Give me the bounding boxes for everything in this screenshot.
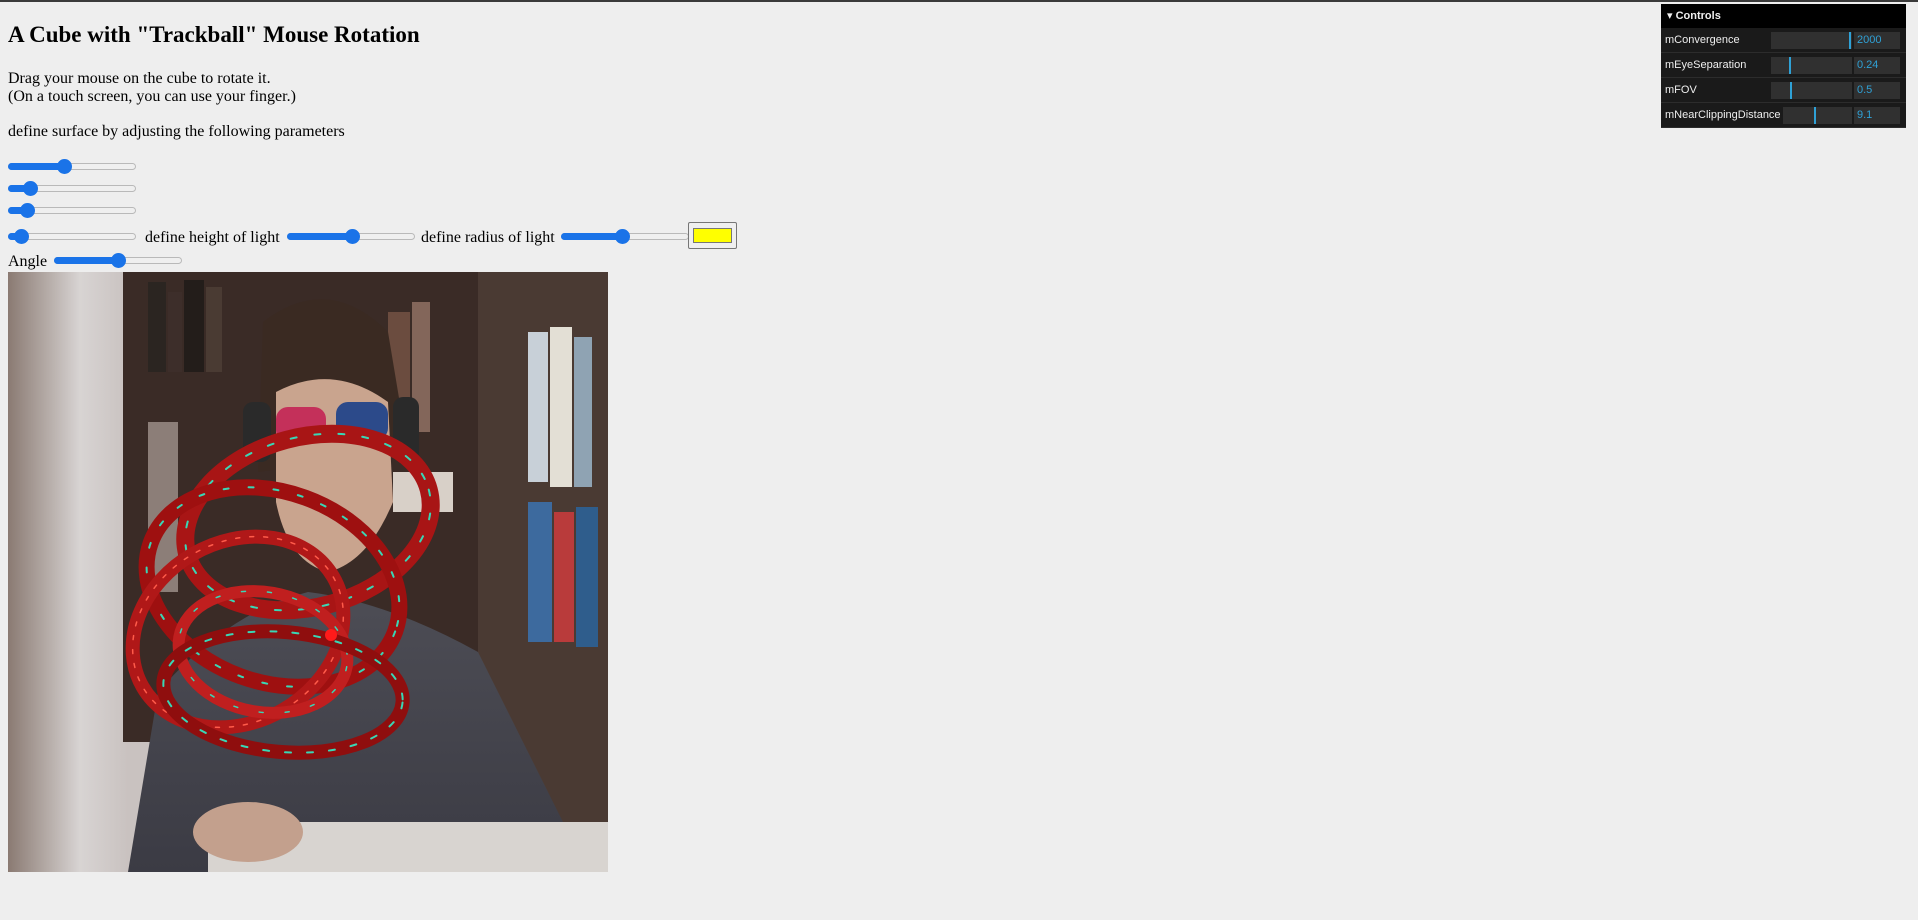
page-title: A Cube with "Trackball" Mouse Rotation: [8, 22, 420, 47]
controls-header[interactable]: ▾ Controls: [1661, 4, 1906, 28]
control-row-eye-separation: mEyeSeparation 0.24: [1661, 53, 1906, 78]
light-height-label: define height of light: [145, 229, 280, 246]
light-color-value: [693, 228, 732, 243]
control-slider[interactable]: [1771, 82, 1852, 99]
control-value[interactable]: 2000: [1854, 32, 1900, 49]
controls-panel: ▾ Controls mConvergence 2000 mEyeSeparat…: [1661, 4, 1906, 128]
instructions: Drag your mouse on the cube to rotate it…: [8, 70, 296, 106]
surface-param-2-slider[interactable]: [8, 181, 136, 196]
instructions-line-2: (On a touch screen, you can use your fin…: [8, 88, 296, 105]
controls-title: Controls: [1675, 10, 1721, 22]
control-value[interactable]: 9.1: [1854, 107, 1900, 124]
scene-svg: [8, 272, 608, 872]
light-radius-label: define radius of light: [421, 229, 555, 246]
control-slider[interactable]: [1783, 107, 1852, 124]
hand-left: [193, 802, 303, 862]
control-label: mEyeSeparation: [1665, 59, 1747, 71]
angle-label: Angle: [8, 253, 48, 270]
chevron-down-icon: ▾: [1667, 10, 1673, 22]
control-label: mNearClippingDistance: [1665, 109, 1781, 121]
surface-param-1-slider[interactable]: [8, 159, 136, 174]
angle-slider[interactable]: [54, 253, 182, 268]
instructions-line-1: Drag your mouse on the cube to rotate it…: [8, 70, 271, 87]
light-color-picker[interactable]: [688, 222, 737, 249]
surface-param-4-slider[interactable]: [8, 229, 136, 244]
control-row-convergence: mConvergence 2000: [1661, 28, 1906, 53]
control-row-fov: mFOV 0.5: [1661, 78, 1906, 103]
control-slider[interactable]: [1771, 57, 1852, 74]
surface-param-3-slider[interactable]: [8, 203, 136, 218]
light-height-slider[interactable]: [287, 229, 415, 244]
control-value[interactable]: 0.24: [1854, 57, 1900, 74]
control-label: mFOV: [1665, 84, 1697, 96]
light-radius-slider[interactable]: [561, 229, 689, 244]
control-value[interactable]: 0.5: [1854, 82, 1900, 99]
webcam-canvas[interactable]: [8, 272, 608, 872]
surface-prompt: define surface by adjusting the followin…: [8, 123, 345, 140]
control-label: mConvergence: [1665, 34, 1740, 46]
light-source-marker: [325, 629, 337, 641]
control-row-near-clipping: mNearClippingDistance 9.1: [1661, 103, 1906, 128]
control-slider[interactable]: [1771, 32, 1852, 49]
